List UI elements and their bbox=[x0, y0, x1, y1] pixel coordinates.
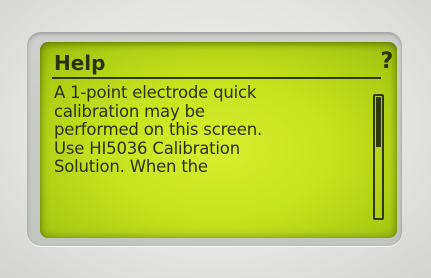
screen-title: Help bbox=[54, 51, 106, 75]
lcd-screen: Help ? A 1-point electrode quick calibra… bbox=[40, 42, 397, 238]
help-scrollbar[interactable] bbox=[373, 94, 384, 220]
help-line-4: Use HI5036 Calibration bbox=[54, 138, 240, 158]
help-line-2: calibration may be bbox=[54, 101, 205, 121]
title-divider bbox=[52, 77, 381, 79]
meter-housing: Help ? A 1-point electrode quick calibra… bbox=[0, 0, 431, 278]
help-question-icon: ? bbox=[380, 49, 394, 74]
help-line-5: Solution. When the bbox=[54, 157, 208, 176]
help-line-1: A 1-point electrode quick bbox=[54, 83, 257, 102]
help-line-3: performed on this screen. bbox=[54, 120, 262, 139]
help-body-text: A 1-point electrode quick calibration ma… bbox=[54, 83, 364, 177]
scrollbar-thumb[interactable] bbox=[376, 97, 381, 148]
